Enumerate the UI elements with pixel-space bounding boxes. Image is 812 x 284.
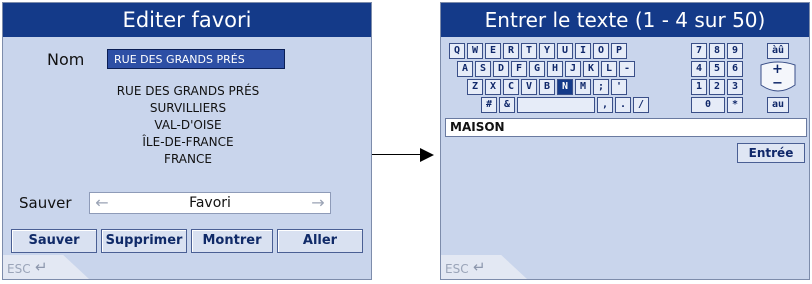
arrow-right-icon[interactable]: → bbox=[308, 193, 328, 213]
numpad-key[interactable]: 9 bbox=[727, 43, 743, 59]
numpad-key[interactable]: 1 bbox=[691, 79, 707, 95]
save-button[interactable]: Sauver bbox=[11, 229, 97, 253]
key[interactable]: G bbox=[529, 61, 545, 77]
key[interactable]: ; bbox=[593, 79, 609, 95]
key[interactable]: W bbox=[467, 43, 483, 59]
zoom-out-icon[interactable]: − bbox=[772, 76, 783, 91]
arrow-left-icon[interactable]: ← bbox=[92, 193, 112, 213]
enter-button[interactable]: Entrée bbox=[737, 143, 805, 163]
key[interactable]: U bbox=[557, 43, 573, 59]
key[interactable]: D bbox=[493, 61, 509, 77]
numpad-key[interactable]: 6 bbox=[727, 61, 743, 77]
key[interactable]: Z bbox=[467, 79, 483, 95]
numpad-key[interactable]: 4 bbox=[691, 61, 707, 77]
key[interactable]: P bbox=[611, 43, 627, 59]
esc-button[interactable]: ESC ↵ bbox=[441, 255, 527, 279]
address-line: RUE DES GRANDS PRÉS bbox=[116, 84, 260, 98]
key[interactable]: C bbox=[503, 79, 519, 95]
case-toggle-accent[interactable]: àû bbox=[767, 43, 789, 59]
key[interactable]: , bbox=[597, 97, 613, 113]
numpad-key[interactable]: 5 bbox=[709, 61, 725, 77]
esc-label: ESC bbox=[7, 262, 31, 276]
esc-button[interactable]: ESC ↵ bbox=[3, 255, 89, 279]
numpad-key[interactable]: 7 bbox=[691, 43, 707, 59]
space-key[interactable] bbox=[517, 97, 595, 113]
text-entry-screen: Entrer le texte (1 - 4 sur 50) Q W E R T… bbox=[440, 2, 810, 280]
numpad-key[interactable]: 8 bbox=[709, 43, 725, 59]
case-toggle-lower[interactable]: au bbox=[767, 97, 789, 113]
numpad-key[interactable]: 2 bbox=[709, 79, 725, 95]
key[interactable]: / bbox=[633, 97, 649, 113]
edit-favorite-screen: Editer favori Nom RUE DES GRANDS PRÉS RU… bbox=[2, 2, 372, 280]
connector-arrow-icon bbox=[420, 148, 434, 162]
back-arrow-icon: ↵ bbox=[35, 258, 48, 276]
key[interactable]: Q bbox=[449, 43, 465, 59]
key[interactable]: Y bbox=[539, 43, 555, 59]
esc-label: ESC bbox=[445, 262, 469, 276]
back-arrow-icon: ↵ bbox=[473, 258, 486, 276]
save-location-selector[interactable]: ← Favori → bbox=[89, 192, 331, 214]
key[interactable]: F bbox=[511, 61, 527, 77]
key[interactable]: . bbox=[615, 97, 631, 113]
go-button[interactable]: Aller bbox=[277, 229, 363, 253]
key[interactable]: X bbox=[485, 79, 501, 95]
screen-title: Entrer le texte (1 - 4 sur 50) bbox=[441, 3, 809, 37]
name-label: Nom bbox=[47, 50, 85, 69]
key[interactable]: E bbox=[485, 43, 501, 59]
key[interactable]: A bbox=[457, 61, 473, 77]
screen-title: Editer favori bbox=[3, 3, 371, 37]
key[interactable]: # bbox=[481, 97, 497, 113]
save-location-value: Favori bbox=[189, 195, 231, 211]
key[interactable]: J bbox=[565, 61, 581, 77]
key[interactable]: K bbox=[583, 61, 599, 77]
address-line: FRANCE bbox=[164, 152, 212, 166]
key[interactable]: M bbox=[575, 79, 591, 95]
key[interactable]: V bbox=[521, 79, 537, 95]
key[interactable]: ' bbox=[611, 79, 627, 95]
key[interactable]: - bbox=[619, 61, 635, 77]
key[interactable]: O bbox=[593, 43, 609, 59]
key[interactable]: & bbox=[499, 97, 515, 113]
address-line: VAL-D'OISE bbox=[154, 118, 222, 132]
address-line: ÎLE-DE-FRANCE bbox=[142, 135, 234, 149]
numpad-key[interactable]: 3 bbox=[727, 79, 743, 95]
key[interactable]: H bbox=[547, 61, 563, 77]
name-field[interactable]: RUE DES GRANDS PRÉS bbox=[107, 49, 285, 69]
text-input[interactable]: MAISON bbox=[445, 118, 807, 137]
connector-line bbox=[372, 154, 424, 155]
zoom-control[interactable]: + − bbox=[759, 61, 797, 95]
numpad-key[interactable]: * bbox=[727, 97, 743, 113]
numpad-key[interactable]: 0 bbox=[691, 97, 725, 113]
key[interactable]: L bbox=[601, 61, 617, 77]
key-selected[interactable]: N bbox=[557, 79, 573, 95]
show-button[interactable]: Montrer bbox=[191, 229, 273, 253]
key[interactable]: I bbox=[575, 43, 591, 59]
save-label: Sauver bbox=[19, 194, 72, 212]
delete-button[interactable]: Supprimer bbox=[101, 229, 187, 253]
key[interactable]: S bbox=[475, 61, 491, 77]
key[interactable]: T bbox=[521, 43, 537, 59]
key[interactable]: B bbox=[539, 79, 555, 95]
key[interactable]: R bbox=[503, 43, 519, 59]
zoom-in-icon[interactable]: + bbox=[772, 62, 783, 77]
address-line: SURVILLIERS bbox=[149, 101, 227, 115]
